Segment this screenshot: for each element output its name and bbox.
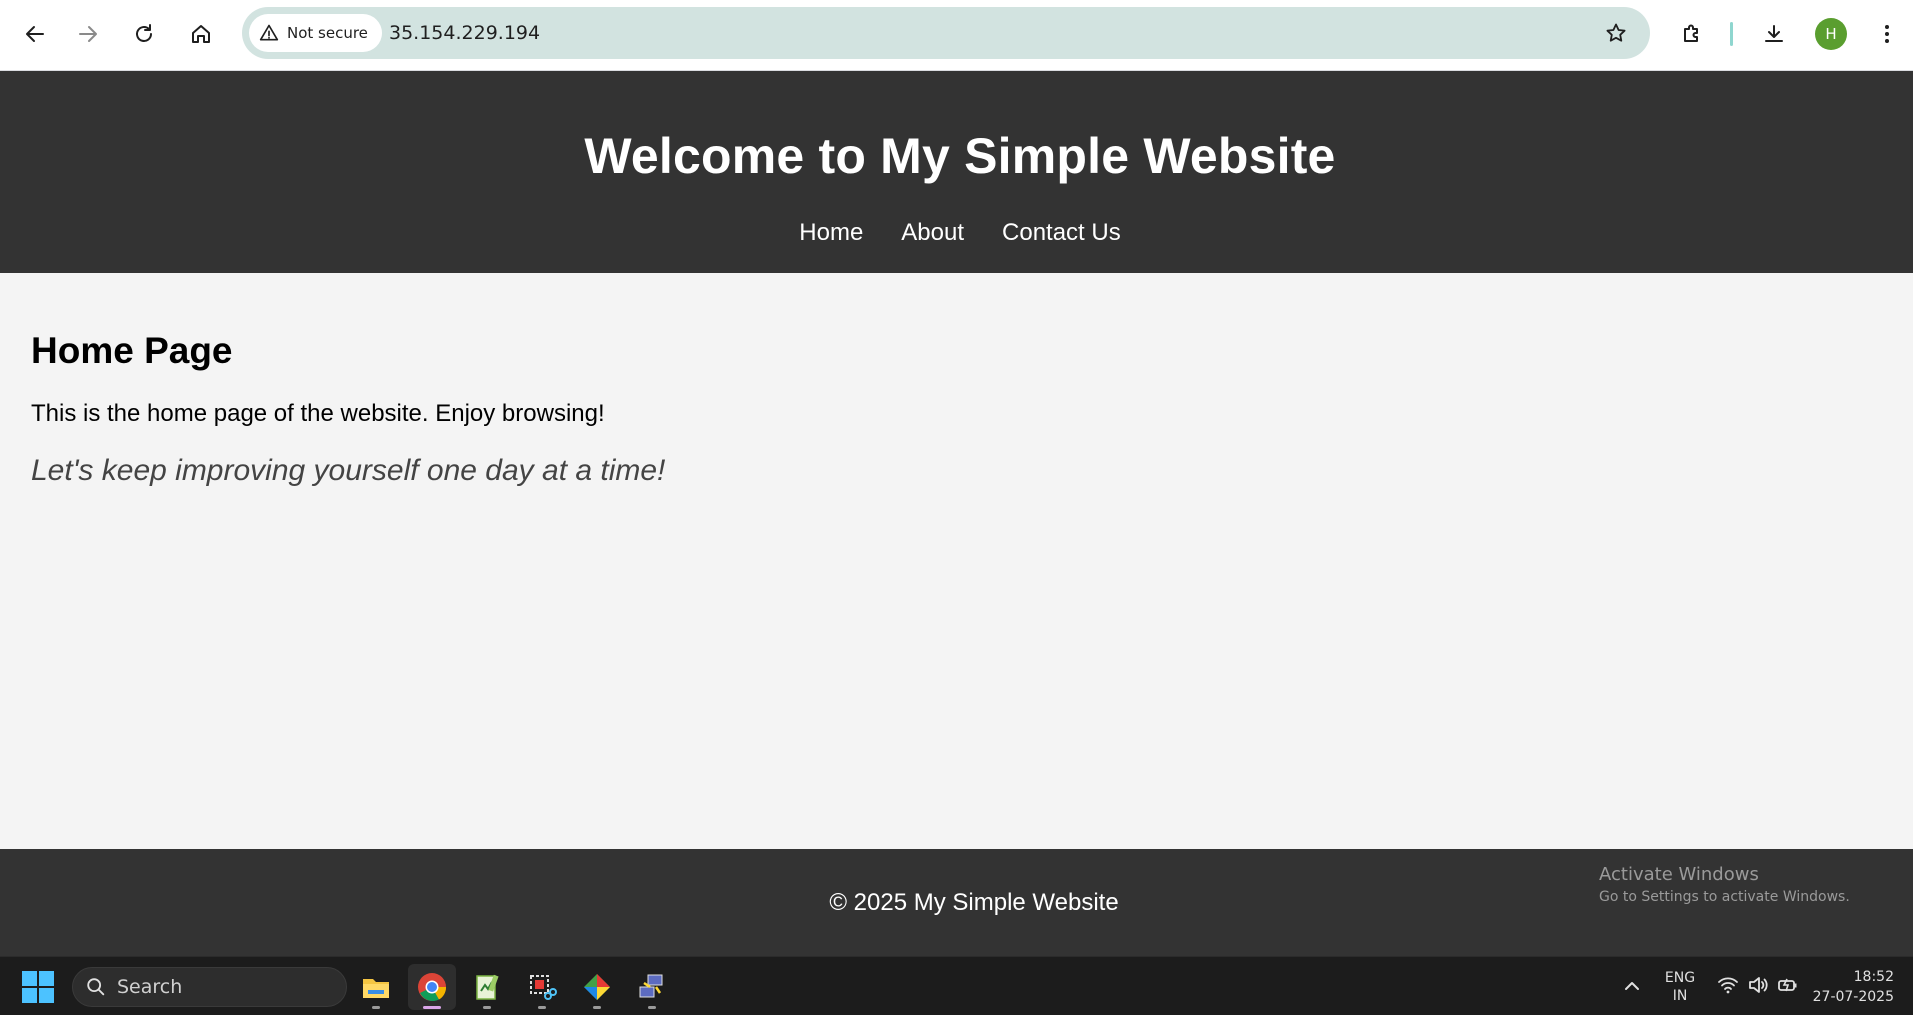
system-tray[interactable] [1716,973,1800,997]
notepad-app[interactable] [463,964,511,1010]
snipping-tool-icon [530,975,557,1000]
arrow-left-icon [26,26,44,42]
browser-toolbar: Not secure 35.154.229.194 H [0,0,1913,71]
language-indicator[interactable]: ENG IN [1660,969,1700,1005]
chrome-icon [418,973,447,1002]
wifi-icon [1718,977,1738,994]
star-icon [1606,23,1626,42]
puzzle-icon [1684,24,1698,42]
back-button[interactable] [13,12,57,56]
clock[interactable]: 18:52 27-07-2025 [1808,967,1894,1007]
diamond-app-icon [584,974,610,1000]
site-nav: Home About Contact Us [0,219,1913,247]
lang-bottom: IN [1672,988,1688,1004]
volume-icon [1749,977,1768,993]
home-icon [192,25,210,43]
start-button[interactable] [22,971,54,1003]
profile-avatar[interactable]: H [1815,18,1847,50]
clock-time: 18:52 [1853,969,1894,985]
download-icon [1765,25,1783,42]
network-app[interactable] [628,964,676,1010]
watermark-subtitle: Go to Settings to activate Windows. [1599,889,1850,905]
reload-icon [136,24,152,42]
warning-icon [259,24,279,41]
site-header: Welcome to My Simple Website Home About … [0,71,1913,273]
address-bar[interactable]: Not secure 35.154.229.194 [242,7,1650,59]
nav-link-home[interactable]: Home [799,219,863,247]
folder-icon [363,979,389,998]
network-computers-icon [639,974,663,998]
site-footer: © 2025 My Simple Website Activate Window… [0,849,1913,956]
activate-windows-watermark: Activate Windows Go to Settings to activ… [1599,864,1850,905]
intro-text: This is the home page of the website. En… [31,400,605,427]
clock-date: 27-07-2025 [1812,989,1894,1005]
bookmark-button[interactable] [1596,13,1636,53]
snipping-tool-app[interactable] [518,964,566,1010]
lang-top: ENG [1664,970,1696,986]
url-text[interactable]: 35.154.229.194 [389,7,540,59]
main-content: Home Page This is the home page of the w… [31,330,1881,488]
menu-button[interactable] [1865,12,1909,56]
quote-text: Let's keep improving yourself one day at… [31,454,666,487]
battery-charging-icon [1778,978,1797,992]
toolbar-divider [1730,22,1733,46]
page-heading: Home Page [31,330,233,371]
git-app[interactable] [573,964,621,1010]
extensions-button[interactable] [1670,12,1714,56]
search-icon [87,978,105,996]
chrome-app[interactable] [408,964,456,1010]
security-label: Not secure [287,24,368,42]
watermark-title: Activate Windows [1599,864,1759,885]
chevron-up-icon[interactable] [1620,974,1644,998]
more-vertical-icon [1885,25,1889,43]
site-info-chip[interactable]: Not secure [249,14,382,52]
home-button[interactable] [179,12,223,56]
site-title: Welcome to My Simple Website [584,128,1336,184]
taskbar-search[interactable]: Search [72,967,347,1007]
forward-button[interactable] [66,12,110,56]
windows-logo-icon [22,971,37,986]
file-explorer-app[interactable] [352,964,400,1010]
taskbar: Search ENG IN 18:52 27-07-2025 [0,956,1913,1015]
arrow-right-icon [79,26,97,42]
nav-link-about[interactable]: About [901,219,964,247]
search-label: Search [117,976,183,998]
notepad-icon [476,974,499,1000]
nav-link-contact[interactable]: Contact Us [1002,219,1121,247]
downloads-button[interactable] [1752,12,1796,56]
reload-button[interactable] [122,12,166,56]
